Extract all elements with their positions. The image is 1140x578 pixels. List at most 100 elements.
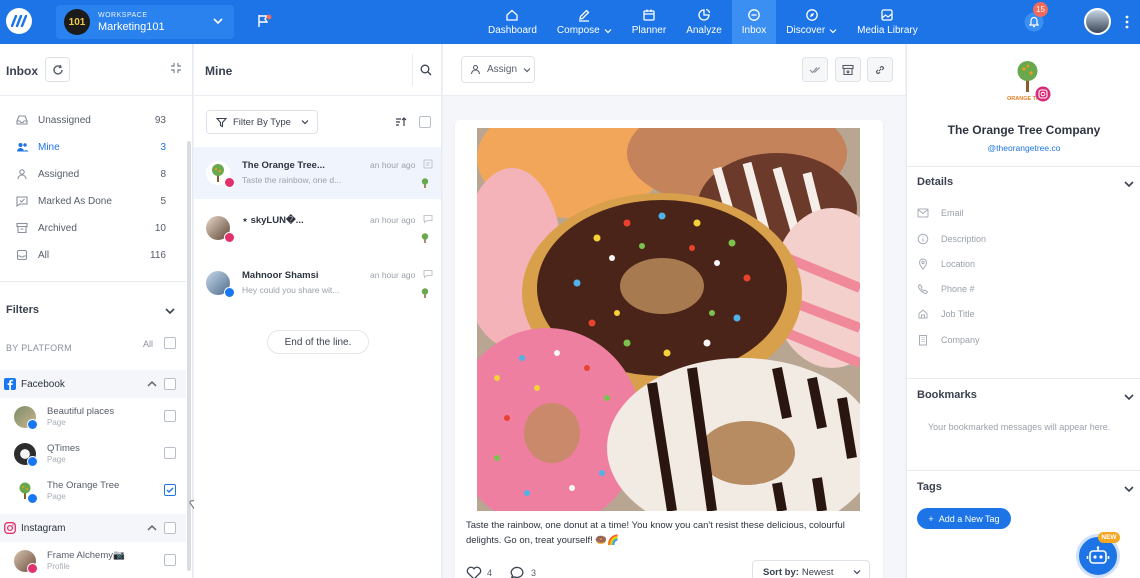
platform-label: Instagram [21,523,66,534]
folder-mine[interactable]: Mine 3 [0,134,180,161]
field-phone[interactable]: Phone # [917,282,975,296]
chat-icon [748,9,760,21]
field-label: Location [941,259,976,269]
contact-profile-panel: ORANGE TREE The Orange Tree Company @the… [906,44,1140,578]
nav-media-library[interactable]: Media Library [847,0,928,44]
notification-badge: 15 [1033,2,1048,17]
folder-archived[interactable]: Archived 10 [0,215,180,242]
platform-instagram[interactable]: Instagram [0,514,186,542]
chevron-up-icon[interactable] [147,524,157,532]
chevron-down-icon [213,18,223,25]
sort-icon[interactable] [395,116,407,128]
nav-compose[interactable]: Compose [547,0,622,44]
search-icon[interactable] [420,64,432,76]
account-checkbox[interactable] [164,554,176,566]
nav-label: Analyze [686,25,722,36]
platform-label: Facebook [21,379,65,390]
nav-planner[interactable]: Planner [622,0,676,44]
location-icon [918,258,928,270]
mark-done-button[interactable] [802,57,828,82]
all-platforms-checkbox[interactable] [164,337,176,349]
bookmarks-title: Bookmarks [917,389,977,401]
post-detail-panel: Assign Taste the rainbow, one donut at a… [443,44,905,578]
account-qtimes[interactable]: QTimes Page [0,439,186,475]
field-email[interactable]: Email [917,206,964,220]
account-tree-icon [421,288,429,298]
account-the-orange-tree[interactable]: The Orange Tree Page [0,476,186,512]
comments-group[interactable]: 3 [510,566,536,578]
inbox-title: Inbox [6,64,38,78]
conversation-item[interactable]: The Orange Tree... Taste the rainbow, on… [194,147,441,199]
flag-icon[interactable] [256,13,272,29]
add-new-tag-button[interactable]: + Add a New Tag [917,508,1011,529]
app-logo[interactable] [6,8,32,34]
conversation-preview: Taste the rainbow, one d... [242,175,342,185]
user-avatar[interactable] [1084,8,1111,35]
field-label: Phone # [941,284,975,294]
field-description[interactable]: Description [917,232,986,246]
account-frame-alchemy[interactable]: Frame Alchemy📷 Profile [0,546,186,578]
link-button[interactable] [867,57,893,82]
nav-label-wrap: Discover [786,25,837,36]
chevron-down-icon[interactable] [1123,391,1135,403]
chevron-up-icon[interactable] [147,380,157,388]
conversation-item[interactable]: Mahnoor Shamsi Hey could you share wit..… [194,257,441,309]
folder-unassigned[interactable]: Unassigned 93 [0,107,180,134]
field-company[interactable]: Company [917,333,980,347]
assign-button[interactable]: Assign [461,56,535,83]
refresh-button[interactable] [45,57,70,82]
logo-icon [11,15,27,27]
account-name: QTimes [47,443,80,454]
account-type: Page [47,492,66,501]
select-all-checkbox[interactable] [419,116,431,128]
account-checkbox[interactable] [164,447,176,459]
account-name: Beautiful places [47,406,115,417]
field-job-title[interactable]: Job Title [917,307,975,321]
more-options-icon[interactable] [1124,14,1130,30]
compass-icon [805,9,818,21]
account-name: The Orange Tree [47,480,120,491]
phone-icon [917,283,929,295]
folder-count: 10 [154,223,166,234]
folder-assigned[interactable]: Assigned 8 [0,161,180,188]
folder-label: Mine [38,142,60,153]
likes-group[interactable]: 4 [466,566,492,578]
post-image[interactable] [477,128,860,511]
workspace-switcher[interactable]: 101 WORKSPACE Marketing101 [56,5,234,39]
chevron-down-icon[interactable] [1123,483,1135,495]
folder-count: 5 [160,196,166,207]
folder-all[interactable]: All 116 [0,242,180,269]
account-checkbox[interactable] [164,410,176,422]
field-location[interactable]: Location [917,257,975,271]
briefcase-icon [918,309,928,319]
likes-count: 4 [487,568,493,578]
pencil-icon [579,9,590,22]
robot-icon [1086,546,1110,564]
nav-discover[interactable]: Discover [776,0,847,44]
users-icon [17,143,29,152]
inbox-icon [16,115,28,125]
chevron-down-icon[interactable] [164,305,176,317]
chevron-down-icon[interactable] [1123,178,1135,190]
sort-value: Newest [801,566,834,578]
sort-by-dropdown[interactable]: Sort by: Newest [752,560,870,578]
platform-checkbox[interactable] [164,378,176,390]
filter-by-type-button[interactable]: Filter By Type [206,110,318,134]
company-handle[interactable]: @theorangetree.co [907,143,1140,153]
nav-inbox[interactable]: Inbox [731,0,777,44]
nav-dashboard[interactable]: Dashboard [478,0,547,44]
platform-checkbox[interactable] [164,522,176,534]
folder-marked-done[interactable]: Marked As Done 5 [0,188,180,215]
user-icon [470,64,481,75]
archive-button[interactable] [835,57,861,82]
conversation-item[interactable]: ⋆ skyLUN�... an hour ago [194,202,441,254]
account-beautiful-places[interactable]: Beautiful places Page [0,402,186,438]
nav-analyze[interactable]: Analyze [676,0,732,44]
instagram-icon [4,522,16,534]
company-name: The Orange Tree Company [947,123,1101,137]
conversation-time: an hour ago [370,160,416,170]
account-checkbox-checked[interactable] [164,484,176,496]
platform-facebook[interactable]: Facebook [0,370,186,398]
filter-icon [216,117,227,127]
collapse-icon[interactable] [170,62,182,74]
